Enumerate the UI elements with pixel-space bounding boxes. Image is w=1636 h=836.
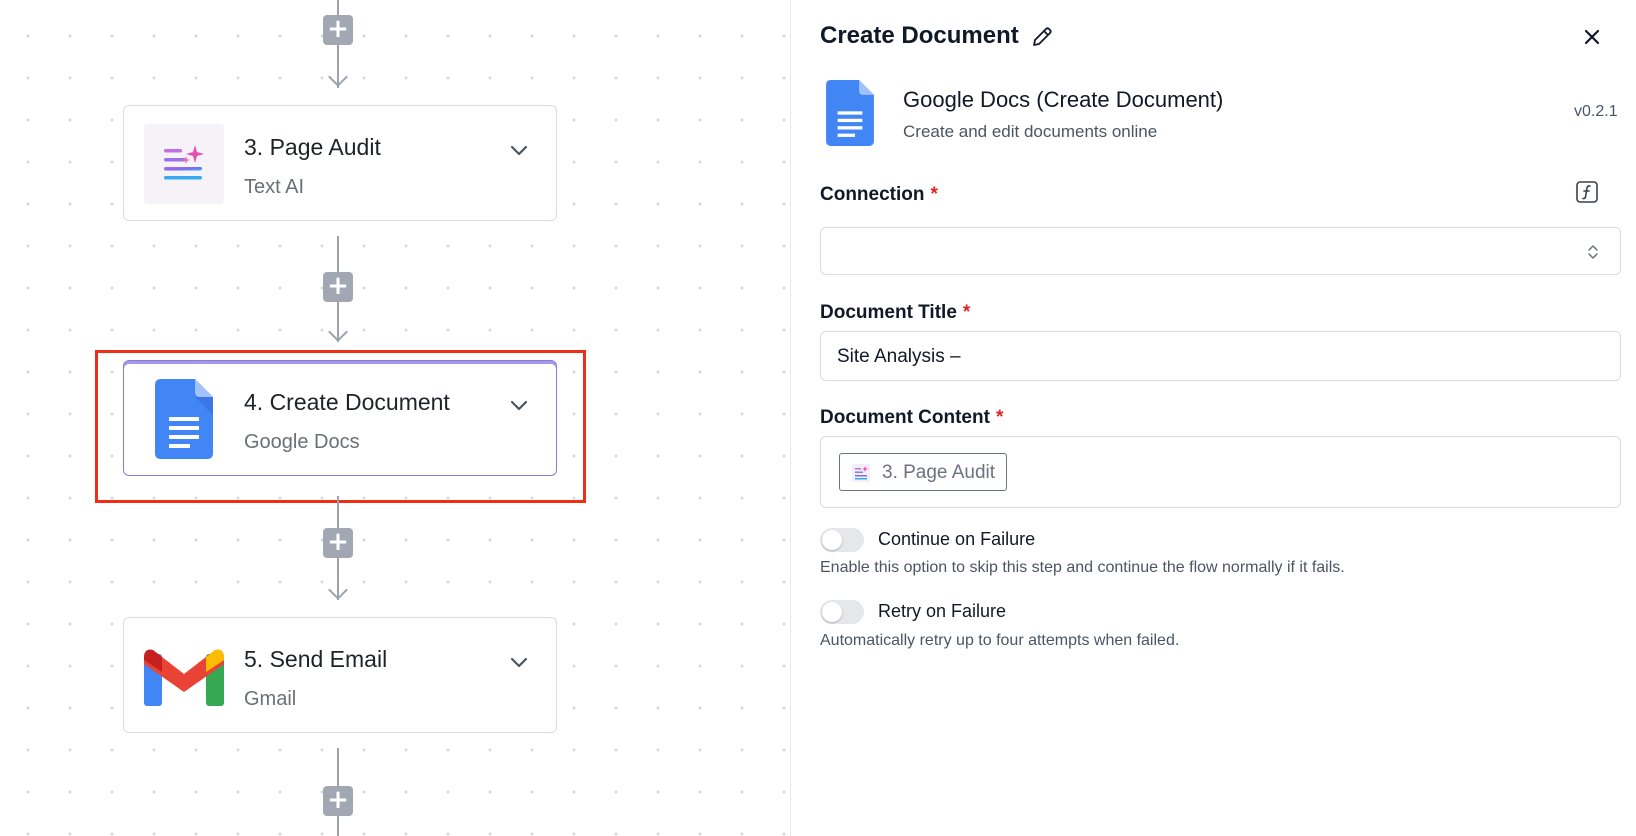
version-label: v0.2.1 [1574, 103, 1618, 120]
text-ai-icon [144, 124, 224, 204]
step-card-page-audit[interactable]: 3. Page Audit Text AI [123, 105, 557, 221]
chevron-down-icon[interactable] [507, 138, 531, 162]
continue-on-failure-label: Continue on Failure [878, 529, 1036, 549]
step-subtitle: Gmail [244, 688, 297, 710]
gmail-icon [144, 636, 224, 716]
document-title-value: Site Analysis – [837, 346, 961, 367]
document-title-label: Document Title * [820, 302, 971, 323]
select-arrows-icon [1588, 245, 1598, 259]
flow-canvas[interactable]: + 3. Page Audit Text AI + 4. Create Docu… [0, 0, 790, 836]
step-title: 5. Send Email [244, 646, 388, 672]
panel-title: Create Document [820, 22, 1019, 49]
app-description: Create and edit documents online [903, 122, 1158, 141]
chevron-down-icon[interactable] [507, 650, 531, 674]
retry-on-failure-label: Retry on Failure [878, 601, 1007, 621]
connection-label: Connection * [820, 184, 938, 205]
document-title-input[interactable]: Site Analysis – [820, 331, 1621, 381]
arrow-down-icon [328, 580, 348, 600]
pencil-icon[interactable] [1030, 25, 1054, 49]
step-title: 3. Page Audit [244, 134, 381, 160]
document-content-input[interactable]: 3. Page Audit [820, 436, 1621, 508]
retry-on-failure-toggle[interactable] [820, 600, 864, 624]
google-docs-icon [826, 80, 874, 146]
formula-icon[interactable] [1575, 180, 1599, 204]
continue-on-failure-toggle[interactable] [820, 528, 864, 552]
continue-on-failure-description: Enable this option to skip this step and… [820, 559, 1345, 576]
add-step-button[interactable]: + [323, 786, 353, 816]
add-step-button[interactable]: + [323, 15, 353, 45]
close-icon[interactable] [1581, 26, 1603, 48]
arrow-down-icon [328, 67, 348, 87]
step-card-send-email[interactable]: 5. Send Email Gmail [123, 617, 557, 733]
step-settings-panel: Create Document Google Docs (Create Docu… [791, 0, 1636, 836]
selection-highlight [95, 350, 586, 503]
add-step-button[interactable]: + [323, 528, 353, 558]
required-mark: * [930, 184, 938, 205]
app-name: Google Docs (Create Document) [903, 87, 1224, 112]
required-mark: * [995, 407, 1004, 428]
document-content-label: Document Content * [820, 407, 1004, 428]
required-mark: * [962, 302, 971, 323]
connection-select[interactable] [820, 227, 1621, 275]
arrow-down-icon [328, 322, 348, 342]
retry-on-failure-description: Automatically retry up to four attempts … [820, 632, 1180, 649]
add-step-button[interactable]: + [323, 272, 353, 302]
chip-label: 3. Page Audit [882, 462, 996, 483]
step-reference-chip[interactable]: 3. Page Audit [839, 453, 1007, 491]
step-subtitle: Text AI [244, 176, 305, 198]
text-ai-icon [852, 464, 870, 482]
